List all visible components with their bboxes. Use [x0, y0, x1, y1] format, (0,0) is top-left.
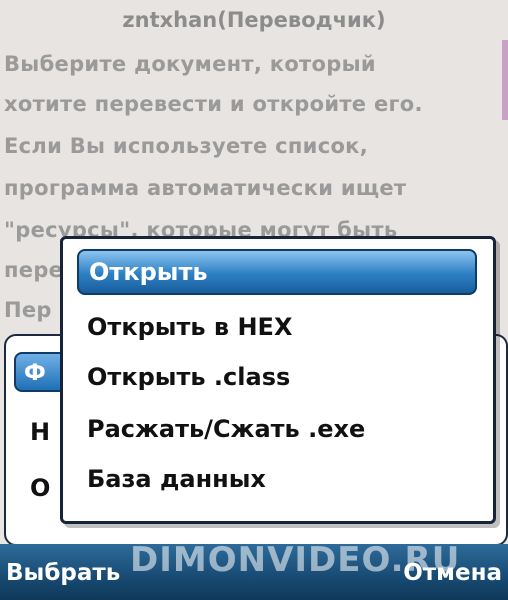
menu-item-open[interactable]: Открыть: [77, 249, 477, 295]
background-dialog-row: Н: [30, 418, 51, 446]
paragraph-line: Пер: [4, 298, 52, 322]
menu-item-open-class[interactable]: Открыть .class: [87, 363, 290, 391]
paragraph-line: Если Вы используете список,: [4, 134, 369, 158]
paragraph-line: Выберите документ, который: [4, 52, 376, 76]
context-menu: Открыть Открыть в HEX Открыть .class Рас…: [60, 236, 496, 524]
menu-item-database[interactable]: База данных: [87, 465, 266, 493]
cancel-softkey[interactable]: Отмена: [403, 560, 502, 586]
paragraph-line: программа автоматически ищет: [4, 176, 407, 200]
app-title: zntxhan(Переводчик): [122, 8, 386, 32]
select-softkey[interactable]: Выбрать: [6, 560, 120, 586]
paragraph-line: хотите перевести и откройте его.: [4, 92, 423, 116]
background-dialog-row: О: [30, 474, 51, 502]
menu-item-open-hex[interactable]: Открыть в HEX: [87, 313, 292, 341]
menu-item-compress-exe[interactable]: Расжать/Сжать .exe: [87, 415, 365, 443]
scroll-indicator: [502, 40, 508, 120]
paragraph-line: пере: [4, 258, 64, 282]
